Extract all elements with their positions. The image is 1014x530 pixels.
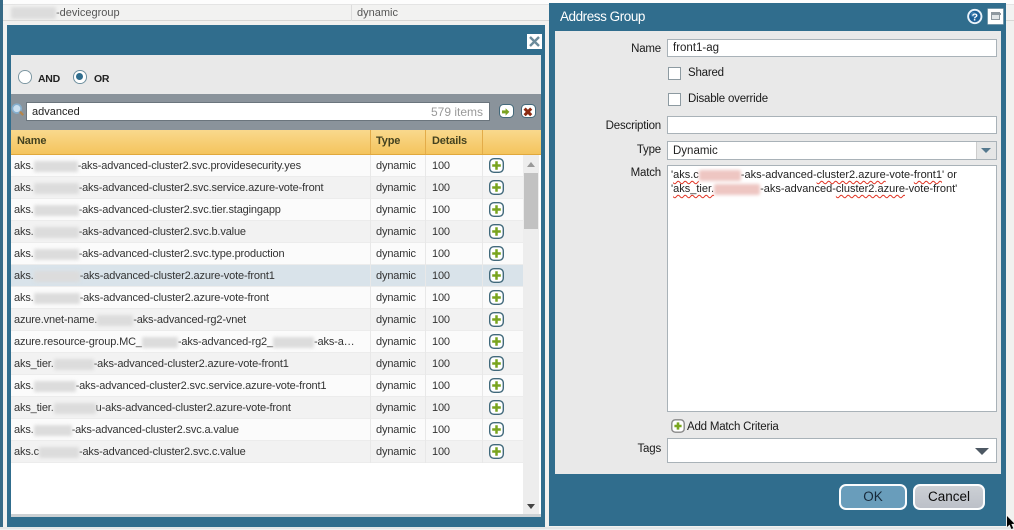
svg-text:?: ?	[972, 11, 978, 23]
